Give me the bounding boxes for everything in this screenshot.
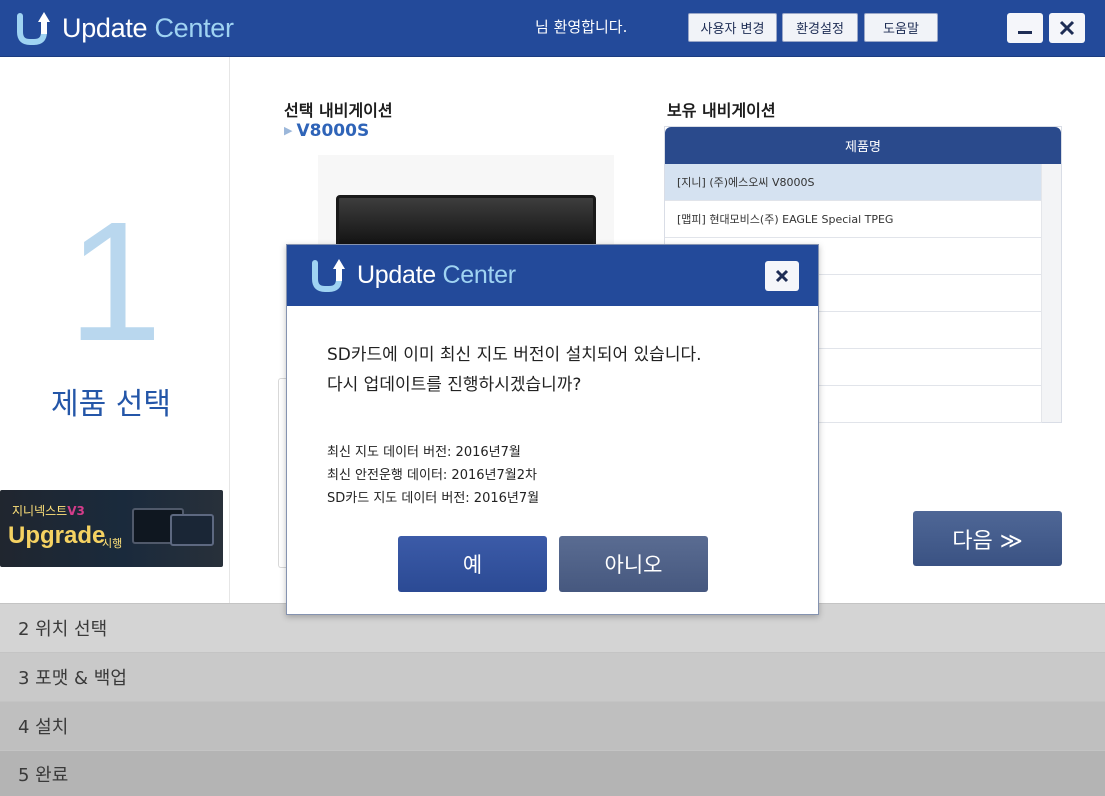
table-scrollbar[interactable] <box>1041 164 1061 422</box>
dialog-info-line: 최신 안전운행 데이터: 2016년7월2차 <box>327 468 537 483</box>
step-format-backup[interactable]: 3 포맷 & 백업 <box>0 652 1105 701</box>
table-header: 제품명 <box>665 127 1061 164</box>
dialog-message: SD카드에 이미 최신 지도 버전이 설치되어 있습니다. <box>327 345 702 365</box>
minimize-icon <box>1018 31 1032 34</box>
welcome-text: 님 환영합니다. <box>535 18 628 36</box>
minimize-button[interactable] <box>1007 13 1043 43</box>
next-button[interactable]: 다음 ≫ <box>913 511 1062 566</box>
table-row[interactable]: [맵피] 현대모비스(주) EAGLE Special TPEG <box>665 201 1042 238</box>
dialog-info-line: 최신 지도 데이터 버전: 2016년7월 <box>327 445 521 460</box>
settings-button[interactable]: 환경설정 <box>782 13 858 42</box>
yes-button[interactable]: 예 <box>398 536 547 592</box>
banner-upgrade-text: Upgrade <box>8 522 106 549</box>
help-button[interactable]: 도움말 <box>864 13 938 42</box>
step-label: 3 포맷 & 백업 <box>18 668 127 689</box>
dialog-title: Update Center <box>357 260 516 289</box>
navigation-device-screen <box>336 195 596 250</box>
banner-suffix: 시행 <box>102 537 123 550</box>
update-center-logo-icon <box>309 257 345 293</box>
user-change-button[interactable]: 사용자 변경 <box>688 13 777 42</box>
left-panel: 1 제품 선택 지니넥스트V3 Upgrade 시행 <box>0 57 230 603</box>
owned-nav-label: 보유 내비게이션 <box>667 101 776 120</box>
title-bar: Update Center 님 환영합니다. 사용자 변경 환경설정 도움말 <box>0 0 1105 57</box>
confirm-dialog: Update Center SD카드에 이미 최신 지도 버전이 설치되어 있습… <box>286 244 819 615</box>
dialog-logo: Update Center <box>309 257 516 293</box>
step-label: 5 완료 <box>18 764 69 786</box>
step-label: 4 설치 <box>18 717 69 738</box>
step-complete[interactable]: 5 완료 <box>0 750 1105 796</box>
triangle-right-icon: ▶ <box>284 124 293 137</box>
dialog-message: 다시 업데이트를 진행하시겠습니까? <box>327 375 582 395</box>
step-label: 2 위치 선택 <box>18 619 108 640</box>
step-number: 1 <box>67 187 163 377</box>
upgrade-banner[interactable]: 지니넥스트V3 Upgrade 시행 <box>0 490 223 567</box>
close-icon <box>1059 20 1075 36</box>
banner-line1: 지니넥스트V3 <box>12 504 85 518</box>
dialog-close-button[interactable] <box>765 261 799 291</box>
selected-nav-value: ▶ V8000S <box>284 121 370 141</box>
no-button[interactable]: 아니오 <box>559 536 708 592</box>
step-install[interactable]: 4 설치 <box>0 701 1105 750</box>
dialog-header: Update Center <box>287 245 818 306</box>
close-icon <box>775 269 789 283</box>
update-center-logo-icon <box>14 10 50 46</box>
app-logo: Update Center <box>14 10 234 46</box>
close-button[interactable] <box>1049 13 1085 43</box>
dialog-info-line: SD카드 지도 데이터 버전: 2016년7월 <box>327 491 540 506</box>
step-title: 제품 선택 <box>51 387 171 422</box>
app-title: Update Center <box>62 12 234 43</box>
device-image <box>170 514 214 546</box>
selected-nav-label: 선택 내비게이션 <box>284 101 393 120</box>
table-row[interactable]: [지니] (주)에스오씨 V8000S <box>665 164 1042 201</box>
